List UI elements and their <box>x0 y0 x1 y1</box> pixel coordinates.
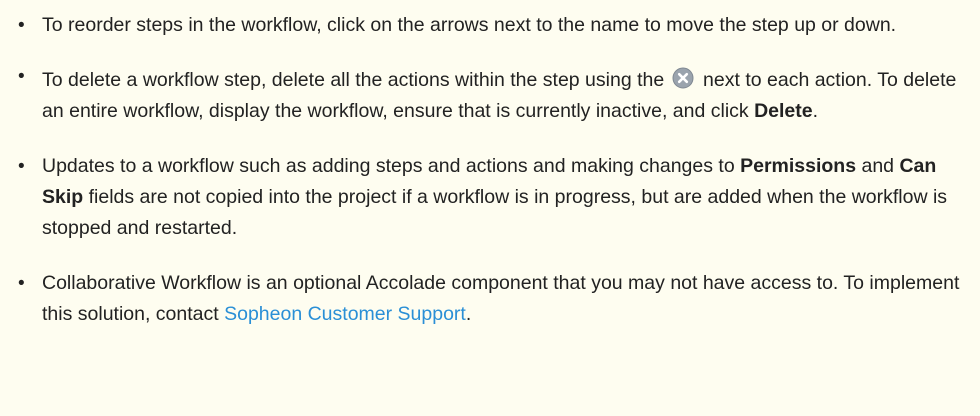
delete-label: Delete <box>754 100 813 122</box>
item-text-before-link: Collaborative Workflow is an optional Ac… <box>42 272 960 325</box>
item-text-before-icon: To delete a workflow step, delete all th… <box>42 69 665 91</box>
item-text-part1: Updates to a workflow such as adding ste… <box>42 155 741 177</box>
list-item: • To delete a workflow step, delete all … <box>0 65 960 127</box>
item-text-part3: fields are not copied into the project i… <box>42 186 948 239</box>
bullet-dot: • <box>18 15 25 36</box>
list-item: • Updates to a workflow such as adding s… <box>0 151 960 244</box>
customer-support-link[interactable]: Sopheon Customer Support <box>224 303 466 325</box>
bullet-dot: • <box>18 66 25 87</box>
list-item: • Collaborative Workflow is an optional … <box>0 268 960 330</box>
item-text-end: . <box>465 303 472 325</box>
bullet-dot: • <box>18 156 25 177</box>
bullet-dot: • <box>18 273 25 294</box>
item-text: To reorder steps in the workflow, click … <box>42 14 897 36</box>
permissions-label: Permissions <box>740 155 857 177</box>
list-item: • To reorder steps in the workflow, clic… <box>0 10 960 41</box>
item-text-part2: and <box>856 155 900 177</box>
bullet-list: • To reorder steps in the workflow, clic… <box>0 10 960 330</box>
item-text-end: . <box>812 100 819 122</box>
delete-circle-icon <box>672 67 694 89</box>
note-panel: • To reorder steps in the workflow, clic… <box>0 0 980 416</box>
